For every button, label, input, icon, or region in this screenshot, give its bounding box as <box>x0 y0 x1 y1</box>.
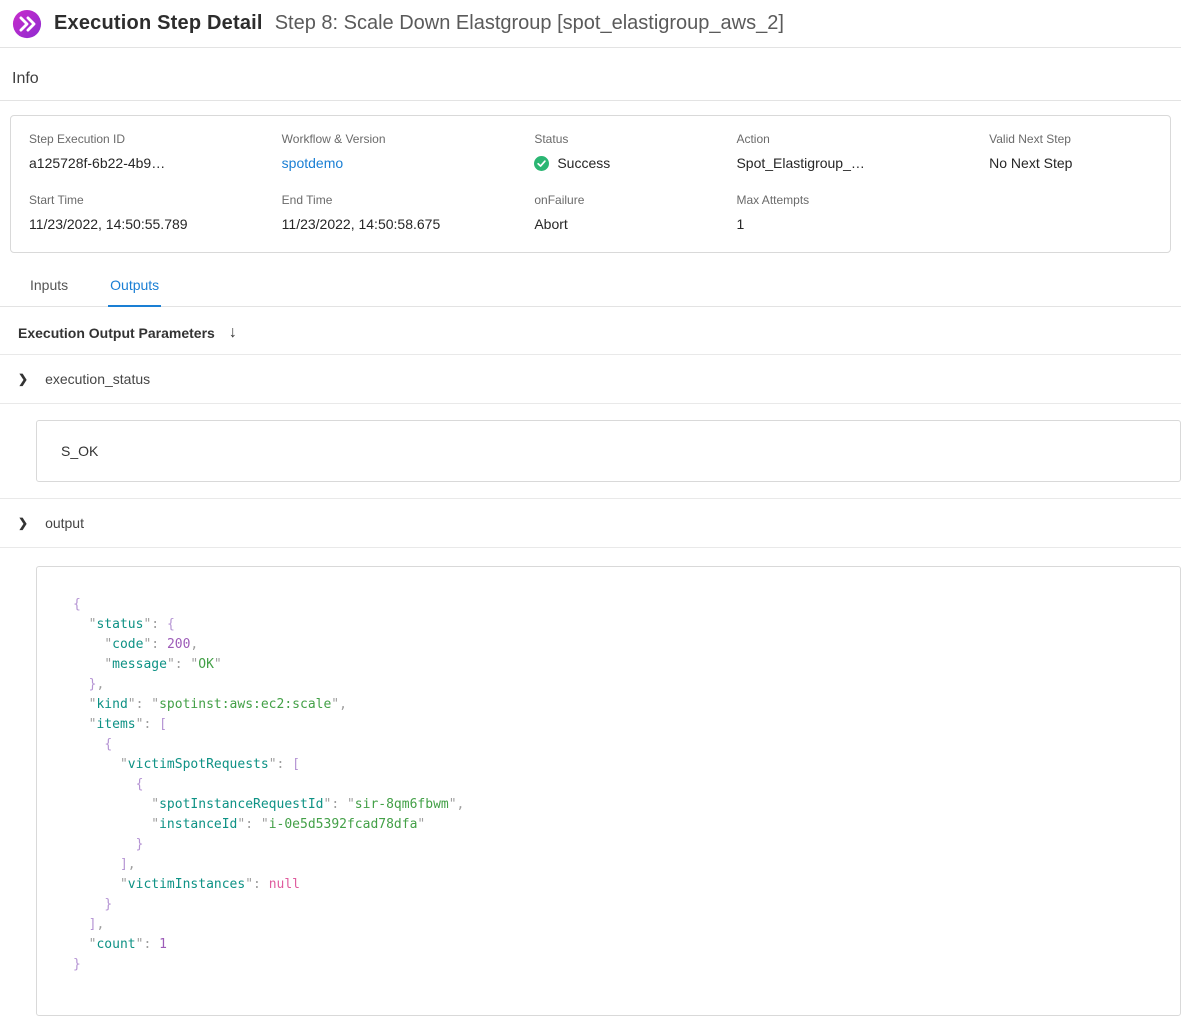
field-workflow-version: Workflow & Version spotdemo <box>282 132 535 171</box>
chevron-right-icon[interactable]: ❯ <box>18 372 28 386</box>
info-section-label: Info <box>0 48 1181 101</box>
action-value: Spot_Elastigroup_… <box>736 155 989 171</box>
expand-all-icon[interactable]: ↓ <box>229 325 237 341</box>
param-row-output[interactable]: ❯ output <box>0 498 1181 548</box>
execution-status-value: S_OK <box>61 443 98 459</box>
field-status: Status Success <box>534 132 736 171</box>
step-execution-id-value: a125728f-6b22-4b9… <box>29 155 282 171</box>
param-name: execution_status <box>45 371 150 387</box>
success-check-icon <box>534 156 549 171</box>
field-label: onFailure <box>534 193 736 207</box>
start-time-value: 11/23/2022, 14:50:55.789 <box>29 216 282 232</box>
info-card: Step Execution ID a125728f-6b22-4b9… Wor… <box>10 115 1171 253</box>
field-step-execution-id: Step Execution ID a125728f-6b22-4b9… <box>29 132 282 171</box>
field-action: Action Spot_Elastigroup_… <box>736 132 989 171</box>
field-on-failure: onFailure Abort <box>534 193 736 232</box>
execution-status-value-box: S_OK <box>36 420 1181 482</box>
status-badge: Success <box>557 155 610 171</box>
inputs-outputs-tabs: Inputs Outputs <box>0 257 1181 307</box>
field-label: Status <box>534 132 736 146</box>
page-title: Execution Step Detail <box>54 12 263 35</box>
valid-next-step-value: No Next Step <box>989 155 1152 171</box>
field-start-time: Start Time 11/23/2022, 14:50:55.789 <box>29 193 282 232</box>
field-label: Action <box>736 132 989 146</box>
param-row-execution-status[interactable]: ❯ execution_status <box>0 355 1181 404</box>
page-header: Execution Step Detail Step 8: Scale Down… <box>0 0 1181 48</box>
param-name: output <box>45 515 84 531</box>
itential-logo-icon <box>12 9 42 39</box>
chevron-right-icon[interactable]: ❯ <box>18 516 28 530</box>
end-time-value: 11/23/2022, 14:50:58.675 <box>282 216 535 232</box>
field-label: Workflow & Version <box>282 132 535 146</box>
on-failure-value: Abort <box>534 216 736 232</box>
tab-outputs[interactable]: Outputs <box>108 275 161 307</box>
output-parameters-title: Execution Output Parameters <box>18 325 215 341</box>
field-max-attempts: Max Attempts 1 <box>736 193 989 232</box>
workflow-link[interactable]: spotdemo <box>282 155 343 171</box>
field-label: Step Execution ID <box>29 132 282 146</box>
field-end-time: End Time 11/23/2022, 14:50:58.675 <box>282 193 535 232</box>
page-subtitle: Step 8: Scale Down Elastgroup [spot_elas… <box>275 12 784 35</box>
output-json-box: { "status": { "code": 200, "message": "O… <box>36 566 1181 1016</box>
max-attempts-value: 1 <box>736 216 989 232</box>
tab-inputs[interactable]: Inputs <box>28 275 70 306</box>
field-label: Max Attempts <box>736 193 989 207</box>
field-valid-next-step: Valid Next Step No Next Step <box>989 132 1152 171</box>
output-json-code: { "status": { "code": 200, "message": "O… <box>73 595 1144 975</box>
field-label: Start Time <box>29 193 282 207</box>
output-parameters-header: Execution Output Parameters ↓ <box>0 307 1181 355</box>
field-label: End Time <box>282 193 535 207</box>
field-label: Valid Next Step <box>989 132 1152 146</box>
